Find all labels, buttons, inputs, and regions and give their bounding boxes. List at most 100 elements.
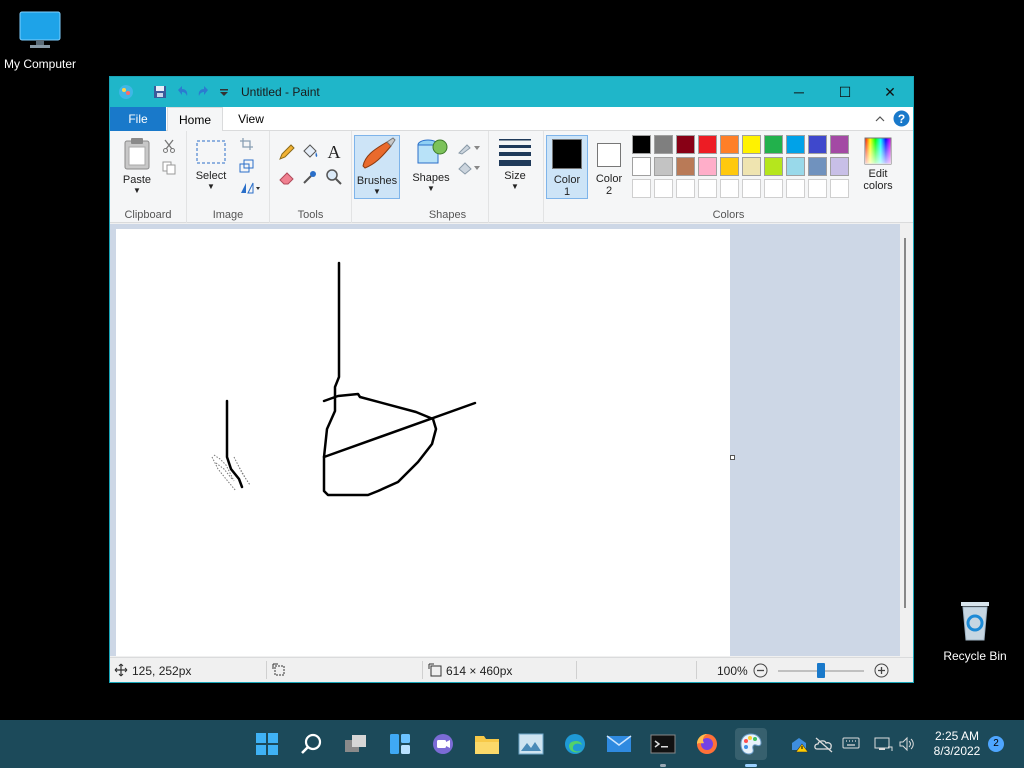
palette-swatch[interactable] xyxy=(720,157,739,176)
custom-color-slot[interactable] xyxy=(632,179,651,198)
palette-swatch[interactable] xyxy=(764,135,783,154)
undo-icon[interactable] xyxy=(174,84,190,100)
palette-swatch[interactable] xyxy=(764,157,783,176)
vertical-scrollbar[interactable] xyxy=(900,224,913,656)
palette-swatch[interactable] xyxy=(720,135,739,154)
photos-button[interactable] xyxy=(515,728,547,760)
tab-home[interactable]: Home xyxy=(167,107,223,132)
security-warning-icon[interactable] xyxy=(790,735,810,753)
zoom-in-icon[interactable] xyxy=(874,663,889,678)
maximize-button[interactable]: ☐ xyxy=(822,77,868,107)
clipboard-group-label: Clipboard xyxy=(124,209,172,221)
search-button[interactable] xyxy=(296,728,328,760)
chat-button[interactable] xyxy=(427,728,459,760)
palette-swatch[interactable] xyxy=(698,135,717,154)
palette-swatch[interactable] xyxy=(830,157,849,176)
palette-swatch[interactable] xyxy=(808,157,827,176)
custom-color-slot[interactable] xyxy=(786,179,805,198)
pencil-icon[interactable] xyxy=(278,143,296,161)
custom-color-slot[interactable] xyxy=(654,179,673,198)
text-icon[interactable]: A xyxy=(325,142,343,162)
close-button[interactable]: ✕ xyxy=(867,77,913,107)
custom-color-slot[interactable] xyxy=(764,179,783,198)
mail-button[interactable] xyxy=(603,728,635,760)
palette-swatch[interactable] xyxy=(742,157,761,176)
edge-icon xyxy=(565,734,585,754)
cut-icon[interactable] xyxy=(162,139,176,153)
paint-app-icon[interactable] xyxy=(118,84,134,100)
custom-color-slot[interactable] xyxy=(698,179,717,198)
custom-color-slot[interactable] xyxy=(720,179,739,198)
palette-swatch[interactable] xyxy=(676,157,695,176)
custom-color-slot[interactable] xyxy=(830,179,849,198)
desktop-icon-my-computer[interactable]: My Computer xyxy=(0,10,80,71)
start-button[interactable] xyxy=(251,728,283,760)
palette-swatch[interactable] xyxy=(742,135,761,154)
zoom-slider-thumb[interactable] xyxy=(817,663,825,678)
custom-color-slot[interactable] xyxy=(808,179,827,198)
shapes-button[interactable]: Shapes ▼ xyxy=(411,137,451,193)
widgets-button[interactable] xyxy=(384,728,416,760)
custom-color-slot[interactable] xyxy=(742,179,761,198)
crop-icon[interactable] xyxy=(239,137,255,151)
palette-swatch[interactable] xyxy=(786,135,805,154)
onedrive-icon[interactable] xyxy=(814,735,834,753)
keyboard-icon[interactable] xyxy=(842,735,860,751)
task-view-icon xyxy=(345,735,366,752)
palette-swatch[interactable] xyxy=(632,157,651,176)
palette-swatch[interactable] xyxy=(698,157,717,176)
color-picker-icon[interactable] xyxy=(301,168,319,186)
eraser-icon[interactable] xyxy=(278,168,296,186)
brush-icon xyxy=(362,137,396,169)
network-icon[interactable] xyxy=(873,735,893,753)
edge-button[interactable] xyxy=(559,728,591,760)
canvas-resize-handle[interactable] xyxy=(730,455,735,460)
paint-taskbar-button[interactable] xyxy=(735,728,767,760)
customize-quick-access-icon[interactable] xyxy=(216,84,232,100)
copy-icon[interactable] xyxy=(162,161,176,175)
paste-button[interactable]: Paste ▼ xyxy=(116,137,158,195)
color2-button[interactable]: Color 2 xyxy=(590,135,628,199)
magnifier-icon[interactable] xyxy=(325,168,343,186)
select-button[interactable]: Select ▼ xyxy=(193,139,229,191)
notification-badge[interactable]: 2 xyxy=(988,736,1004,752)
canvas-size-icon xyxy=(428,663,442,677)
size-button[interactable]: Size ▼ xyxy=(495,137,535,191)
save-icon[interactable] xyxy=(152,84,168,100)
file-explorer-button[interactable] xyxy=(471,728,503,760)
palette-swatch[interactable] xyxy=(676,135,695,154)
palette-swatch[interactable] xyxy=(632,135,651,154)
palette-swatch[interactable] xyxy=(654,135,673,154)
palette-swatch[interactable] xyxy=(808,135,827,154)
firefox-button[interactable] xyxy=(691,728,723,760)
rotate-icon[interactable] xyxy=(239,181,261,195)
drawing-canvas[interactable] xyxy=(116,229,730,656)
zoom-out-icon[interactable] xyxy=(753,663,768,678)
minimize-icon: ─ xyxy=(794,84,804,100)
terminal-button[interactable] xyxy=(647,728,679,760)
shapes-group: Shapes ▼ Shapes xyxy=(407,131,489,223)
volume-icon[interactable] xyxy=(898,735,916,753)
fill-bucket-icon[interactable] xyxy=(301,143,319,161)
scrollbar-thumb[interactable] xyxy=(904,238,906,608)
palette-swatch[interactable] xyxy=(654,157,673,176)
fill-icon[interactable] xyxy=(457,161,481,175)
clock[interactable]: 2:25 AM 8/3/2022 xyxy=(924,729,990,759)
edit-colors-button[interactable]: Edit colors xyxy=(856,137,900,192)
resize-icon[interactable] xyxy=(239,159,255,173)
tab-file[interactable]: File xyxy=(110,107,166,131)
brushes-button[interactable]: Brushes ▼ xyxy=(354,135,400,199)
redo-icon[interactable] xyxy=(196,84,212,100)
palette-swatch[interactable] xyxy=(786,157,805,176)
custom-color-slot[interactable] xyxy=(676,179,695,198)
palette-swatch[interactable] xyxy=(830,135,849,154)
task-view-button[interactable] xyxy=(340,728,372,760)
color1-button[interactable]: Color 1 xyxy=(546,135,588,199)
mail-icon xyxy=(606,735,632,752)
outline-icon[interactable] xyxy=(457,141,481,155)
tab-view[interactable]: View xyxy=(226,107,276,131)
help-icon[interactable]: ? xyxy=(893,110,910,127)
minimize-button[interactable]: ─ xyxy=(776,77,822,107)
desktop-icon-recycle-bin[interactable]: Recycle Bin xyxy=(935,598,1015,663)
collapse-ribbon-icon[interactable] xyxy=(874,113,886,125)
